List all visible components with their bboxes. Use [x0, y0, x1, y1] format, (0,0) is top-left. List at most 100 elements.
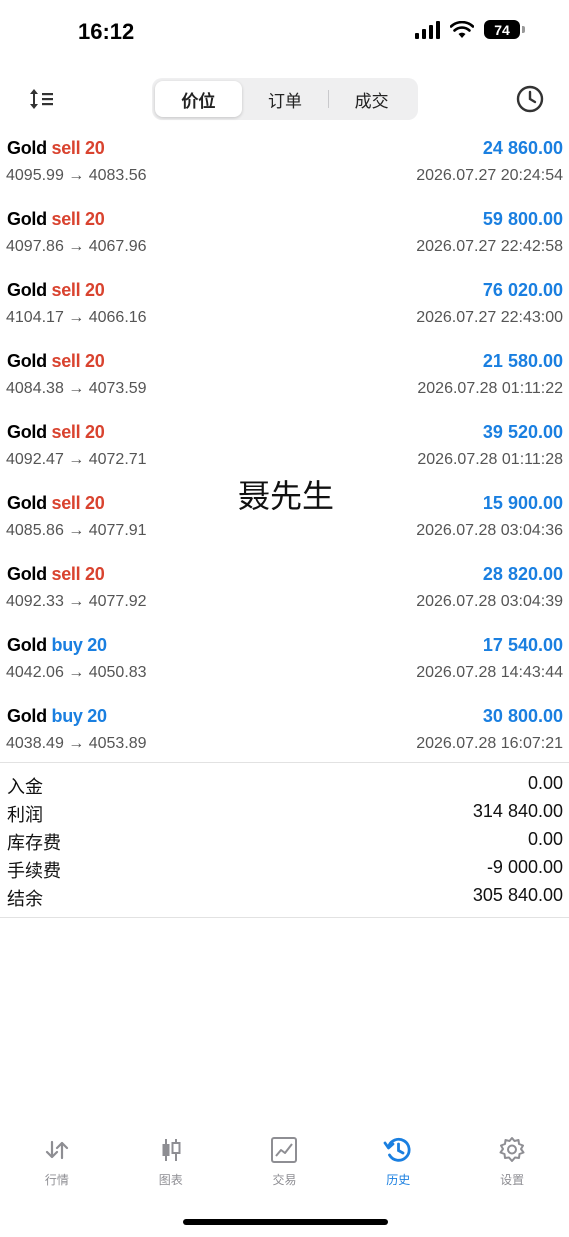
tab-trade[interactable]: 交易: [228, 1135, 342, 1195]
trade-side: sell 20: [51, 564, 105, 584]
trade-prices: 4104.17 → 4066.16: [6, 309, 147, 326]
wifi-icon: [450, 20, 474, 38]
bottom-tab-bar: 行情 图表 交易 历史 设置: [0, 1135, 569, 1195]
trade-side: sell 20: [51, 280, 105, 300]
summary-label: 库存费: [7, 833, 61, 853]
tab-chart[interactable]: 图表: [114, 1135, 228, 1195]
summary-row-balance: 结余 305 840.00: [0, 883, 569, 911]
trade-symbol: Gold: [7, 635, 47, 655]
trade-profit: 17 540.00: [482, 635, 563, 655]
toolbar: 价位 订单 成交: [0, 78, 569, 120]
trade-datetime: 2026.07.27 22:43:00: [416, 309, 563, 326]
tab-label: 历史: [386, 1173, 411, 1187]
history-clock-icon: [383, 1137, 411, 1162]
trade-row[interactable]: Gold sell 20 59 800.00 4097.86 → 4067.96…: [0, 205, 569, 276]
tab-settings[interactable]: 设置: [455, 1135, 569, 1195]
trade-side: buy 20: [51, 635, 108, 655]
trade-side: sell 20: [51, 351, 105, 371]
trade-profit: 24 860.00: [482, 138, 563, 158]
trade-datetime: 2026.07.28 03:04:39: [416, 593, 563, 610]
trade-symbol: Gold: [7, 209, 47, 229]
status-time: 16:12: [78, 19, 135, 44]
summary-label: 结余: [7, 889, 43, 909]
trade-row[interactable]: Gold sell 20 28 820.00 4092.33 → 4077.92…: [0, 560, 569, 631]
trade-side: sell 20: [51, 138, 105, 158]
summary-label: 入金: [7, 777, 43, 797]
status-bar: 16:12 74: [0, 0, 569, 66]
segmented-control: 价位 订单 成交: [152, 78, 418, 120]
trade-title: Gold sell 20: [7, 280, 105, 301]
trade-datetime: 2026.07.27 22:42:58: [416, 238, 563, 255]
trade-prices: 4038.49 → 4053.89: [6, 735, 147, 752]
trade-title: Gold sell 20: [7, 422, 105, 443]
trade-side: sell 20: [51, 493, 105, 513]
summary-row-profit: 利润 314 840.00: [0, 799, 569, 827]
trade-chart-icon: [271, 1137, 298, 1163]
trade-title: Gold sell 20: [7, 209, 105, 230]
trade-profit: 15 900.00: [482, 493, 563, 513]
trade-title: Gold buy 20: [7, 635, 107, 656]
tab-label: 图表: [158, 1173, 183, 1187]
trade-symbol: Gold: [7, 493, 47, 513]
trade-row[interactable]: Gold sell 20 76 020.00 4104.17 → 4066.16…: [0, 276, 569, 347]
summary-value: 305 840.00: [472, 885, 563, 905]
tab-quotes[interactable]: 行情: [0, 1135, 114, 1195]
trade-row[interactable]: Gold sell 20 24 860.00 4095.99 → 4083.56…: [0, 134, 569, 205]
summary-value: 0.00: [527, 829, 563, 849]
summary-row-commission: 手续费 -9 000.00: [0, 855, 569, 883]
trade-datetime: 2026.07.28 16:07:21: [416, 735, 563, 752]
tab-history[interactable]: 历史: [341, 1135, 455, 1195]
period-clock-icon[interactable]: [515, 84, 545, 114]
trade-profit: 28 820.00: [482, 564, 563, 584]
summary-row-swap: 库存费 0.00: [0, 827, 569, 855]
status-icons: 74: [415, 20, 525, 39]
trade-prices: 4092.47 → 4072.71: [6, 451, 147, 468]
trade-prices: 4095.99 → 4083.56: [6, 167, 147, 184]
trade-side: sell 20: [51, 422, 105, 442]
trade-symbol: Gold: [7, 138, 47, 158]
trade-datetime: 2026.07.27 20:24:54: [416, 167, 563, 184]
trade-symbol: Gold: [7, 706, 47, 726]
trade-prices: 4097.86 → 4067.96: [6, 238, 147, 255]
trade-history-list: Gold sell 20 24 860.00 4095.99 → 4083.56…: [0, 134, 569, 773]
trade-title: Gold sell 20: [7, 564, 105, 585]
tab-label: 行情: [44, 1173, 69, 1187]
trade-title: Gold sell 20: [7, 138, 105, 159]
chart-candles-icon: [162, 1139, 181, 1161]
trade-title: Gold sell 20: [7, 351, 105, 372]
trade-profit: 59 800.00: [482, 209, 563, 229]
sort-icon[interactable]: [28, 86, 56, 112]
trade-profit: 76 020.00: [482, 280, 563, 300]
trade-profit: 30 800.00: [482, 706, 563, 726]
trade-symbol: Gold: [7, 564, 47, 584]
trade-side: sell 20: [51, 209, 105, 229]
summary-value: -9 000.00: [486, 857, 563, 877]
cellular-signal-icon: [415, 20, 440, 39]
trade-datetime: 2026.07.28 01:11:22: [417, 380, 563, 397]
home-indicator[interactable]: [183, 1219, 388, 1225]
segment-deals[interactable]: 成交: [328, 81, 415, 117]
tab-label: 交易: [272, 1173, 297, 1187]
segment-price[interactable]: 价位: [155, 81, 242, 117]
summary-label: 手续费: [7, 861, 61, 881]
trade-row[interactable]: Gold sell 20 21 580.00 4084.38 → 4073.59…: [0, 347, 569, 418]
trade-title: Gold sell 20: [7, 493, 105, 514]
trade-symbol: Gold: [7, 422, 47, 442]
summary-value: 0.00: [527, 773, 563, 793]
summary-label: 利润: [7, 805, 43, 825]
battery-level: 74: [484, 20, 520, 39]
trade-title: Gold buy 20: [7, 706, 107, 727]
trade-symbol: Gold: [7, 280, 47, 300]
trade-datetime: 2026.07.28 14:43:44: [416, 664, 563, 681]
trade-profit: 39 520.00: [482, 422, 563, 442]
trade-prices: 4085.86 → 4077.91: [6, 522, 147, 539]
watermark-text: 聂先生: [238, 477, 335, 515]
trade-symbol: Gold: [7, 351, 47, 371]
trade-row[interactable]: Gold buy 20 17 540.00 4042.06 → 4050.83 …: [0, 631, 569, 702]
quotes-arrows-icon: [45, 1140, 68, 1160]
segment-orders[interactable]: 订单: [242, 81, 329, 117]
trade-datetime: 2026.07.28 01:11:28: [417, 451, 563, 468]
trade-side: buy 20: [51, 706, 108, 726]
trade-profit: 21 580.00: [482, 351, 563, 371]
trade-prices: 4092.33 → 4077.92: [6, 593, 147, 610]
